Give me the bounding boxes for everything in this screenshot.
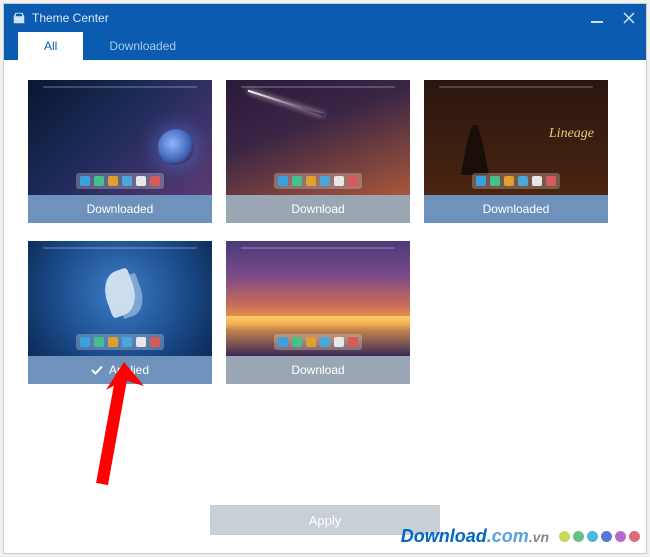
theme-grid: Downloaded Download Downloaded Applied Downl…	[4, 60, 646, 404]
theme-status-label: Downloaded	[87, 202, 154, 216]
theme-dock	[274, 173, 362, 189]
theme-status-label: Download	[291, 363, 344, 377]
theme-dock	[76, 173, 164, 189]
theme-card[interactable]: Download	[226, 80, 410, 223]
theme-card[interactable]: Downloaded	[28, 80, 212, 223]
app-window: Theme Center AllDownloaded DownloadedDow…	[3, 3, 647, 554]
theme-dock	[274, 334, 362, 350]
close-button[interactable]	[620, 10, 638, 26]
apply-button[interactable]: Apply	[210, 505, 440, 535]
theme-thumbnail	[226, 241, 410, 356]
apply-button-label: Apply	[309, 513, 342, 528]
window-controls	[588, 10, 638, 26]
theme-store-icon	[12, 11, 26, 25]
theme-status: Downloaded	[424, 195, 608, 223]
theme-thumbnail	[28, 80, 212, 195]
theme-card[interactable]: Applied	[28, 241, 212, 384]
theme-status: Downloaded	[28, 195, 212, 223]
titlebar-top: Theme Center	[4, 4, 646, 32]
theme-status: Download	[226, 356, 410, 384]
tab-label: Downloaded	[109, 39, 176, 53]
titlebar: Theme Center All Downloaded	[4, 4, 646, 60]
window-title: Theme Center	[32, 11, 109, 25]
tab-label: All	[44, 39, 57, 53]
theme-dock	[76, 334, 164, 350]
theme-dock	[472, 173, 560, 189]
footer: Apply	[4, 505, 646, 535]
minimize-button[interactable]	[588, 10, 606, 26]
theme-thumbnail	[424, 80, 608, 195]
check-icon	[91, 364, 103, 376]
tabs: All Downloaded	[4, 32, 646, 60]
theme-status-label: Applied	[109, 363, 149, 377]
theme-card[interactable]: Downloaded	[424, 80, 608, 223]
theme-status-label: Downloaded	[483, 202, 550, 216]
theme-status-label: Download	[291, 202, 344, 216]
tab-all[interactable]: All	[18, 32, 83, 60]
theme-status: Applied	[28, 356, 212, 384]
theme-thumbnail	[28, 241, 212, 356]
theme-status: Download	[226, 195, 410, 223]
theme-thumbnail	[226, 80, 410, 195]
theme-card[interactable]: Download	[226, 241, 410, 384]
tab-downloaded[interactable]: Downloaded	[83, 32, 202, 60]
